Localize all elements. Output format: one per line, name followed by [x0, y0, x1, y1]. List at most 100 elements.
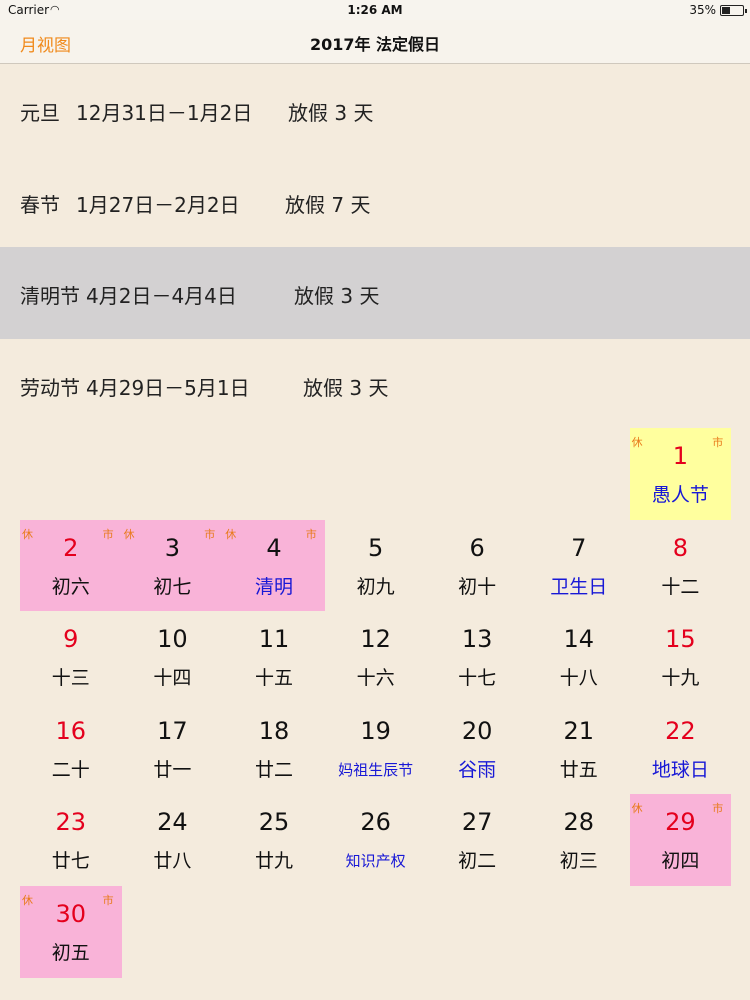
- calendar-day-cell[interactable]: 休市 4 清明: [223, 519, 325, 612]
- lunar-or-festival-label: 初九: [356, 575, 395, 598]
- calendar-day-cell[interactable]: 18 廿二: [223, 703, 325, 795]
- calendar-day-cell[interactable]: 休市 29 初四: [629, 794, 732, 886]
- lunar-or-festival-label: 十五: [254, 667, 293, 690]
- lunar-or-festival-label: 廿一: [153, 758, 192, 781]
- holiday-row-qingming[interactable]: 清明节 4月2日－4月4日 放假 3 天: [0, 247, 750, 339]
- lunar-or-festival-label: 初四: [661, 850, 700, 873]
- holiday-days: 放假 3 天: [288, 101, 374, 125]
- calendar-day-cell[interactable]: 13 十七: [426, 611, 528, 703]
- nav-bar: 月视图 2017年 法定假日: [0, 20, 750, 64]
- battery-icon: [720, 5, 747, 16]
- holiday-range: 12月31日－1月2日: [76, 101, 253, 125]
- holiday-list: 元旦 12月31日－1月2日 放假 3 天 春节 1月27日－2月2日 放假 7…: [0, 64, 750, 430]
- holiday-name: 春节: [20, 192, 60, 217]
- lunar-or-festival-label: 廿二: [254, 758, 293, 781]
- calendar-day-cell[interactable]: 8 十二: [630, 520, 732, 612]
- calendar-day-cell[interactable]: 14 十八: [528, 611, 630, 703]
- month-calendar: 休市 1 愚人节休市 2 初六休市 3 初七休市 4 清明 5 初九 6 初十 7 卫生日 8 十二 9 十三 10 十…: [20, 428, 732, 978]
- lunar-or-festival-label: 廿八: [153, 850, 192, 873]
- calendar-day-cell[interactable]: 15 十九: [630, 611, 732, 703]
- calendar-day-cell[interactable]: 24 廿八: [122, 794, 224, 886]
- calendar-day-cell[interactable]: 7 卫生日: [528, 520, 630, 612]
- lunar-or-festival-label: 十九: [661, 667, 700, 690]
- day-number: 29: [665, 808, 696, 837]
- lunar-or-festival-label: 卫生日: [550, 575, 608, 598]
- holiday-range: 4月29日－5月1日: [86, 375, 250, 400]
- status-bar: Carrier ◠ 1:26 AM 35%: [0, 0, 750, 20]
- day-number: 16: [55, 716, 87, 745]
- holiday-range: 1月27日－2月2日: [76, 192, 240, 217]
- calendar-day-cell[interactable]: 25 廿九: [223, 794, 325, 886]
- day-number: 8: [672, 533, 689, 562]
- day-number: 13: [461, 625, 493, 654]
- holiday-days: 放假 3 天: [294, 284, 380, 308]
- calendar-day-cell[interactable]: 28 初三: [528, 794, 630, 886]
- calendar-day-cell[interactable]: 17 廿一: [122, 703, 224, 795]
- day-number: 12: [360, 625, 391, 654]
- lunar-or-festival-label: 愚人节: [651, 484, 709, 506]
- lunar-or-festival-label: 十四: [153, 667, 192, 690]
- day-number: 10: [157, 625, 188, 654]
- calendar-day-cell[interactable]: 5 初九: [325, 520, 427, 612]
- day-number: 27: [461, 808, 493, 837]
- day-number: 5: [367, 533, 384, 562]
- lunar-or-festival-label: 初三: [559, 850, 598, 873]
- calendar-week-row: 23 廿七 24 廿八 25 廿九 26 知识产权 27 初二 28 初三休市 29 初四: [20, 794, 732, 886]
- calendar-week-row: 休市 30 初五: [20, 885, 731, 978]
- status-time: 1:26 AM: [347, 3, 403, 17]
- calendar-week-row: 休市 2 初六休市 3 初七休市 4 清明 5 初九 6 初十 7 卫生日 8 十二: [20, 519, 732, 612]
- calendar-day-cell[interactable]: 休市 1 愚人节: [629, 428, 732, 520]
- calendar-day-cell[interactable]: 休市 30 初五: [20, 885, 122, 978]
- battery-percent: 35%: [689, 3, 716, 17]
- holiday-name: 元旦: [20, 101, 60, 125]
- calendar-day-cell[interactable]: 19 妈祖生辰节: [325, 703, 427, 795]
- calendar-day-cell[interactable]: 22 地球日: [630, 703, 732, 795]
- calendar-day-cell[interactable]: 6 初十: [426, 520, 528, 612]
- day-number: 9: [63, 625, 79, 654]
- day-number: 7: [571, 533, 587, 562]
- calendar-week-row: 16 二十 17 廿一 18 廿二 19 妈祖生辰节 20 谷雨 21 廿五 22 地球日: [20, 703, 731, 795]
- calendar-day-cell[interactable]: 10 十四: [122, 611, 224, 703]
- calendar-day-cell[interactable]: 12 十六: [325, 611, 427, 703]
- lunar-or-festival-label: 廿九: [254, 850, 293, 873]
- day-number: 1: [672, 442, 689, 470]
- calendar-day-cell[interactable]: 11 十五: [223, 611, 325, 703]
- calendar-day-cell[interactable]: 21 廿五: [528, 703, 630, 795]
- day-number: 25: [258, 808, 290, 837]
- lunar-or-festival-label: 二十: [51, 758, 90, 781]
- calendar-day-cell[interactable]: 23 廿七: [20, 794, 122, 886]
- day-number: 11: [258, 625, 290, 654]
- calendar-day-cell[interactable]: 16 二十: [20, 703, 122, 795]
- calendar-week-row: 休市 1 愚人节: [20, 428, 732, 520]
- holiday-row-spring-festival[interactable]: 春节 1月27日－2月2日 放假 7 天: [0, 156, 750, 248]
- lunar-or-festival-label: 十八: [559, 667, 598, 690]
- calendar-day-cell[interactable]: 休市 2 初六: [20, 519, 122, 612]
- day-number: 24: [157, 808, 188, 837]
- calendar-day-cell[interactable]: 27 初二: [426, 794, 528, 886]
- holiday-row-labor-day[interactable]: 劳动节 4月29日－5月1日 放假 3 天: [0, 339, 750, 431]
- calendar-day-cell[interactable]: 9 十三: [20, 611, 122, 703]
- day-number: 17: [157, 716, 188, 745]
- page-title: 2017年 法定假日: [309, 35, 441, 54]
- day-number: 21: [563, 716, 595, 745]
- lunar-or-festival-label: 初十: [458, 575, 497, 598]
- lunar-or-festival-label: 初七: [153, 575, 192, 598]
- day-number: 23: [55, 808, 87, 837]
- holiday-range: 4月2日－4月4日: [86, 284, 237, 308]
- holiday-days: 放假 7 天: [285, 192, 371, 217]
- calendar-day-cell[interactable]: 20 谷雨: [426, 703, 528, 795]
- day-number: 28: [563, 808, 595, 837]
- day-number: 6: [469, 533, 485, 562]
- calendar-day-cell[interactable]: 26 知识产权: [325, 794, 427, 886]
- lunar-or-festival-label: 地球日: [651, 758, 709, 781]
- calendar-day-cell[interactable]: 休市 3 初七: [121, 519, 224, 612]
- day-number: 15: [665, 625, 696, 654]
- lunar-or-festival-label: 廿五: [559, 758, 598, 781]
- day-number: 22: [665, 716, 696, 745]
- holiday-row-new-year[interactable]: 元旦 12月31日－1月2日 放假 3 天: [0, 64, 750, 156]
- day-number: 30: [55, 899, 87, 928]
- lunar-or-festival-label: 廿七: [51, 850, 90, 873]
- lunar-or-festival-label: 初五: [51, 941, 90, 964]
- day-number: 20: [461, 716, 493, 745]
- lunar-or-festival-label: 知识产权: [345, 852, 406, 871]
